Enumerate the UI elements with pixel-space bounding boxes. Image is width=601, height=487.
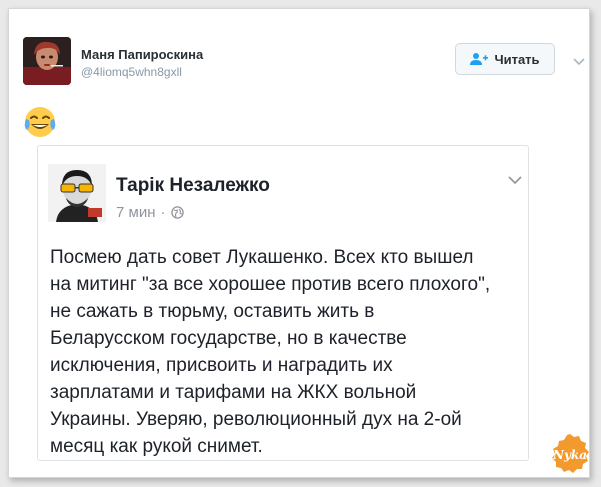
svg-text:Nyka: Nyka [552,448,587,462]
tweet-header: Маня Папироскина @4liomq5whn8gxll Читать [23,37,585,89]
follow-button[interactable]: Читать [455,43,555,75]
chevron-down-icon[interactable] [508,172,522,185]
globe-icon [170,206,184,219]
author-handle[interactable]: @4liomq5whn8gxll [81,65,182,79]
quoted-author-avatar[interactable] [48,164,106,222]
site-watermark-logo: Nyka [549,433,591,475]
author-name[interactable]: Маня Папироскина [81,47,203,62]
add-user-icon [470,52,489,66]
quoted-facebook-post[interactable]: Тарік Незалежко 7 мин · Посмею дать сове… [37,145,529,461]
tweet-card: Маня Папироскина @4liomq5whn8gxll Читать [8,8,590,478]
quoted-post-time[interactable]: 7 мин [116,204,156,221]
follow-button-label: Читать [494,51,540,67]
tears-of-joy-emoji-icon [23,105,57,139]
quoted-post-text: Посмею дать совет Лукашенко. Всех кто вы… [50,247,491,457]
chevron-down-icon[interactable] [573,53,585,66]
quoted-author-name[interactable]: Тарік Незалежко [116,175,270,197]
quoted-post-meta: 7 мин · [116,204,184,221]
avatar[interactable] [23,37,71,85]
meta-separator: · [160,204,166,221]
